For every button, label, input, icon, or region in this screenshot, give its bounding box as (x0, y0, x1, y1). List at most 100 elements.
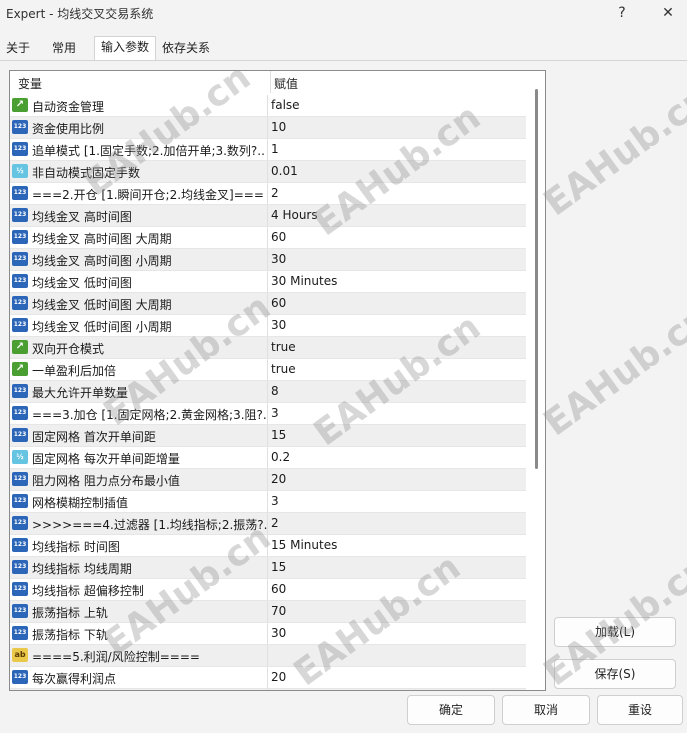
parameter-value[interactable]: 4 Hours (271, 208, 318, 222)
parameter-name: 一单盈利后加倍 (32, 364, 117, 378)
column-header-value[interactable]: 赋值 (274, 75, 298, 92)
table-row[interactable]: 123 振荡指标 上轨 70 (10, 601, 526, 623)
table-row[interactable]: 123 均线金叉 低时间图 小周期 30 (10, 315, 526, 337)
table-row[interactable]: 123 均线金叉 低时间图 30 Minutes (10, 271, 526, 293)
parameter-value[interactable]: 15 (271, 428, 286, 442)
parameter-value[interactable]: true (271, 362, 296, 376)
parameter-value[interactable]: 3 (271, 494, 279, 508)
cell-divider (267, 535, 268, 556)
table-row[interactable]: ↗ 自动资金管理 false (10, 95, 526, 117)
parameter-name: 均线指标 时间图 (32, 540, 120, 554)
table-row[interactable]: 123 网格模糊控制插值 3 (10, 491, 526, 513)
boolean-type-icon: ↗ (12, 362, 28, 376)
parameter-value[interactable]: 60 (271, 230, 286, 244)
table-row[interactable]: 123 均线指标 时间图 15 Minutes (10, 535, 526, 557)
tab-dependencies[interactable]: 依存关系 (156, 38, 216, 59)
parameter-value[interactable]: 10 (271, 120, 286, 134)
parameter-value[interactable]: 1 (271, 142, 279, 156)
integer-type-icon: 123 (12, 670, 28, 684)
ok-button[interactable]: 确定 (407, 695, 495, 725)
vertical-scrollbar[interactable] (527, 71, 545, 690)
parameter-value[interactable]: 60 (271, 296, 286, 310)
parameter-value[interactable]: 0.01 (271, 164, 298, 178)
cell-divider (267, 161, 268, 182)
parameter-name: ===3.加仓 [1.固定网格;2.黄金网格;3.阻?.. (32, 408, 268, 422)
table-row[interactable]: 123 追单模式 [1.固定手数;2.加倍开单;3.数列?.. 1 (10, 139, 526, 161)
parameter-name: 资金使用比例 (32, 122, 105, 136)
table-row[interactable]: 123 均线金叉 低时间图 大周期 60 (10, 293, 526, 315)
help-icon[interactable]: ? (604, 2, 640, 24)
cancel-button[interactable]: 取消 (502, 695, 590, 725)
cell-divider (267, 205, 268, 226)
scrollbar-thumb[interactable] (535, 89, 538, 469)
table-row[interactable]: ↗ 双向开仓模式 true (10, 337, 526, 359)
table-row[interactable]: 123 阻力网格 阻力点分布最小值 20 (10, 469, 526, 491)
cell-divider (267, 359, 268, 380)
cell-divider (267, 645, 268, 666)
integer-type-icon: 123 (12, 560, 28, 574)
parameter-value[interactable]: 30 (271, 626, 286, 640)
parameter-value[interactable]: 15 (271, 560, 286, 574)
integer-type-icon: 123 (12, 120, 28, 134)
integer-type-icon: 123 (12, 582, 28, 596)
tab-inputs[interactable]: 输入参数 (94, 36, 157, 61)
parameter-value[interactable]: 30 (271, 252, 286, 266)
table-row[interactable]: ab ====5.利润/风险控制==== (10, 645, 526, 667)
table-row[interactable]: 123 固定网格 首次开单间距 15 (10, 425, 526, 447)
cell-divider (267, 425, 268, 446)
boolean-type-icon: ↗ (12, 340, 28, 354)
table-row[interactable]: 123 ===3.加仓 [1.固定网格;2.黄金网格;3.阻?.. 3 (10, 403, 526, 425)
parameter-value[interactable]: 15 Minutes (271, 538, 337, 552)
parameter-value[interactable]: 30 (271, 318, 286, 332)
cell-divider (267, 579, 268, 600)
parameter-value[interactable]: 0.2 (271, 450, 290, 464)
double-type-icon: ½ (12, 450, 28, 464)
cell-divider (267, 491, 268, 512)
parameter-value[interactable]: 2 (271, 186, 279, 200)
table-row[interactable]: ½ 非自动模式固定手数 0.01 (10, 161, 526, 183)
parameter-value[interactable]: 70 (271, 604, 286, 618)
table-row[interactable]: 123 均线指标 均线周期 15 (10, 557, 526, 579)
table-row[interactable]: 123 振荡指标 下轨 30 (10, 623, 526, 645)
parameter-value[interactable]: 8 (271, 384, 279, 398)
table-row[interactable]: 123 均线金叉 高时间图 小周期 30 (10, 249, 526, 271)
parameter-name: 均线指标 均线周期 (32, 562, 132, 576)
integer-type-icon: 123 (12, 252, 28, 266)
parameter-value[interactable]: 20 (271, 472, 286, 486)
save-button[interactable]: 保存(S) (554, 659, 676, 689)
table-row[interactable]: 123 ===2.开仓 [1.瞬间开仓;2.均线金叉]=== 2 (10, 183, 526, 205)
parameter-name: 均线金叉 高时间图 大周期 (32, 232, 172, 246)
parameter-value[interactable]: 20 (271, 670, 286, 684)
parameter-value[interactable]: false (271, 98, 300, 112)
reset-button[interactable]: 重设 (597, 695, 683, 725)
parameter-value[interactable]: 3 (271, 406, 279, 420)
cell-divider (267, 227, 268, 248)
cell-divider (267, 293, 268, 314)
column-header-variable[interactable]: 变量 (18, 75, 42, 92)
tab-common[interactable]: 常用 (46, 38, 82, 59)
double-type-icon: ½ (12, 164, 28, 178)
table-row[interactable]: 123 资金使用比例 10 (10, 117, 526, 139)
parameter-name: 均线指标 超偏移控制 (32, 584, 144, 598)
parameter-value[interactable]: 2 (271, 516, 279, 530)
table-row[interactable]: 123 最大允许开单数量 8 (10, 381, 526, 403)
parameter-value[interactable]: 30 Minutes (271, 274, 337, 288)
parameter-value[interactable]: 60 (271, 582, 286, 596)
table-row[interactable]: 123 每次赢得利润点 20 (10, 667, 526, 689)
tab-about[interactable]: 关于 (0, 38, 36, 59)
parameter-value[interactable]: true (271, 340, 296, 354)
table-row[interactable]: 123StopLossPips1000 (10, 689, 526, 690)
table-row[interactable]: 123 均线金叉 高时间图 大周期 60 (10, 227, 526, 249)
table-row[interactable]: 123 均线指标 超偏移控制 60 (10, 579, 526, 601)
column-divider[interactable] (270, 71, 271, 93)
table-row[interactable]: ½ 固定网格 每次开单间距增量 0.2 (10, 447, 526, 469)
parameter-name: 均线金叉 低时间图 大周期 (32, 298, 172, 312)
load-button[interactable]: 加载(L) (554, 617, 676, 647)
table-row[interactable]: ↗ 一单盈利后加倍 true (10, 359, 526, 381)
tab-bar: 关于 常用 输入参数 依存关系 (0, 36, 687, 61)
table-row[interactable]: 123 >>>>===4.过滤器 [1.均线指标;2.振荡?.. 2 (10, 513, 526, 535)
parameter-name: 追单模式 [1.固定手数;2.加倍开单;3.数列?.. (32, 144, 265, 158)
table-row[interactable]: 123 均线金叉 高时间图 4 Hours (10, 205, 526, 227)
close-icon[interactable]: ✕ (650, 2, 686, 24)
integer-type-icon: 123 (12, 472, 28, 486)
